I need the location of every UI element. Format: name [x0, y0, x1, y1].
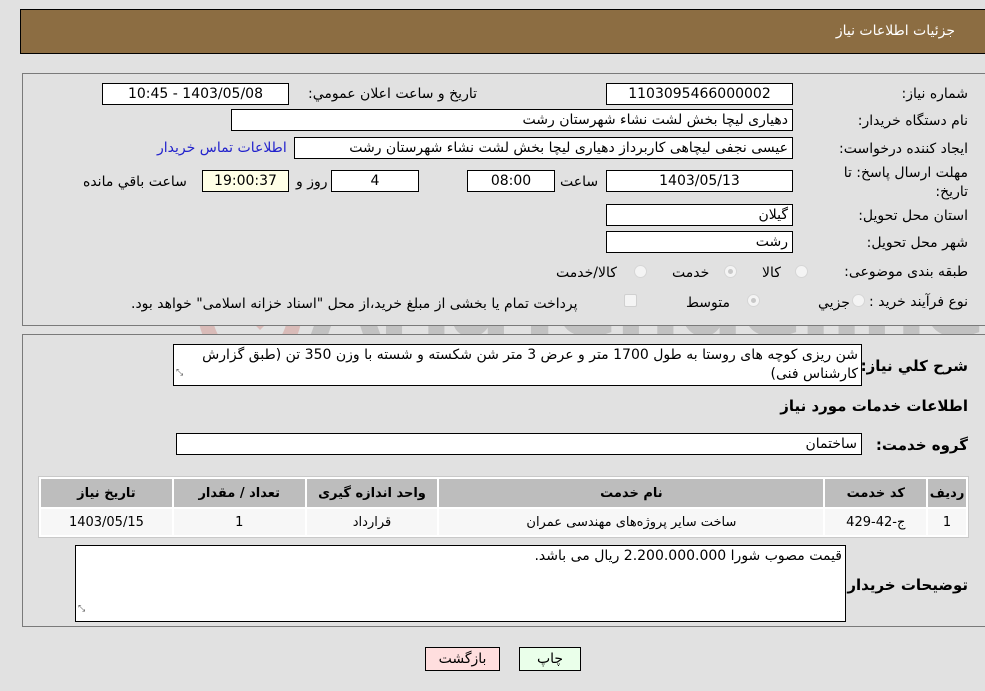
cell-quantity: 1: [173, 509, 305, 535]
buyer-notes-text: قیمت مصوب شورا 2.200.000.000 ریال می باش…: [534, 548, 842, 564]
cell-service-code: ج-42-429: [825, 509, 927, 535]
resize-grip-icon[interactable]: ⤡: [176, 364, 183, 383]
deadline-time-label: ساعت: [560, 174, 599, 190]
buyer-notes-textarea[interactable]: قیمت مصوب شورا 2.200.000.000 ریال می باش…: [75, 545, 846, 622]
cell-row-number: 1: [928, 509, 966, 535]
page-header: جزئیات اطلاعات نیاز: [20, 9, 985, 54]
table-header-row: رديف کد خدمت نام خدمت واحد اندازه گيری ت…: [41, 479, 966, 507]
buyer-org-label: نام دستگاه خريدار:: [857, 113, 968, 129]
service-group-label: گروه خدمت:: [875, 436, 968, 454]
cell-unit: قرارداد: [306, 509, 438, 535]
treasury-checkbox-label: پرداخت تمام یا بخشی از مبلغ خرید،از محل …: [131, 296, 578, 312]
province-label: استان محل تحویل:: [858, 208, 968, 224]
print-button[interactable]: چاپ: [519, 647, 581, 671]
col-row-number: رديف: [928, 479, 966, 507]
category-option-goods: کالا: [762, 265, 781, 281]
page-title: جزئیات اطلاعات نیاز: [835, 23, 955, 39]
city-label: شهر محل تحویل:: [866, 235, 968, 251]
buyer-notes-label: توضيحات خريدار:: [841, 576, 968, 594]
buyer-org-field: دهیاری لیچا بخش لشت نشاء شهرستان رشت: [231, 109, 793, 131]
cell-need-date: 1403/05/15: [41, 509, 172, 535]
deadline-time-field: 08:00: [467, 170, 555, 192]
days-label: روز و: [296, 174, 328, 190]
col-service-code: کد خدمت: [825, 479, 927, 507]
requester-label: ایجاد کننده درخواست:: [839, 141, 968, 157]
table-row: 1 ج-42-429 ساخت سایر پروژه‌های مهندسی عم…: [41, 509, 966, 535]
col-quantity: تعداد / مقدار: [173, 479, 305, 507]
category-option-goods-service: کالا/خدمت: [556, 265, 617, 281]
time-remaining-field: 19:00:37: [202, 170, 289, 192]
deadline-date-field: 1403/05/13: [606, 170, 793, 192]
need-number-field: 1103095466000002: [606, 83, 793, 105]
buyer-contact-link[interactable]: اطلاعات تماس خريدار: [157, 140, 287, 156]
province-field: گیلان: [606, 204, 793, 226]
purchase-type-option-minor: جزيي: [818, 295, 850, 311]
back-button[interactable]: بازگشت: [425, 647, 500, 671]
description-textarea[interactable]: شن ریزی کوچه های روستا به طول 1700 متر و…: [173, 344, 862, 386]
need-number-label: شماره نیاز:: [901, 86, 969, 102]
treasury-checkbox[interactable]: [624, 294, 637, 307]
services-table-wrap: رديف کد خدمت نام خدمت واحد اندازه گيری ت…: [38, 476, 969, 538]
category-radio-goods[interactable]: [795, 265, 808, 278]
category-option-service: خدمت: [672, 265, 710, 281]
cell-service-name: ساخت سایر پروژه‌های مهندسی عمران: [439, 509, 824, 535]
col-service-name: نام خدمت: [439, 479, 824, 507]
description-label: شرح کلي نياز:: [860, 357, 968, 375]
purchase-type-label: نوع فرآیند خرید :: [869, 294, 968, 310]
description-text: شن ریزی کوچه های روستا به طول 1700 متر و…: [202, 347, 858, 382]
announce-datetime-label: تاريخ و ساعت اعلان عمومي:: [308, 86, 477, 102]
requester-field: عیسی نجفی لیچاهی کاربرداز دهیاری لیچا بخ…: [294, 137, 793, 159]
purchase-type-radio-minor[interactable]: [852, 294, 865, 307]
category-radio-service[interactable]: [724, 265, 737, 278]
deadline-label: مهلت ارسال پاسخ: تا تاریخ:: [843, 165, 968, 200]
service-group-field: ساختمان: [176, 433, 862, 455]
purchase-type-option-medium: متوسط: [686, 295, 730, 311]
services-section-title: اطلاعات خدمات مورد نياز: [780, 397, 968, 415]
services-table: رديف کد خدمت نام خدمت واحد اندازه گيری ت…: [38, 476, 969, 538]
days-remaining-field: 4: [331, 170, 419, 192]
col-unit: واحد اندازه گيری: [306, 479, 438, 507]
category-label: طبقه بندی موضوعی:: [844, 264, 968, 280]
resize-grip-icon[interactable]: ⤡: [78, 600, 85, 619]
time-remaining-label: ساعت باقي مانده: [83, 174, 187, 190]
purchase-type-radio-medium[interactable]: [747, 294, 760, 307]
category-radio-goods-service[interactable]: [634, 265, 647, 278]
col-need-date: تاريخ نياز: [41, 479, 172, 507]
city-field: رشت: [606, 231, 793, 253]
announce-datetime-field: 1403/05/08 - 10:45: [102, 83, 289, 105]
